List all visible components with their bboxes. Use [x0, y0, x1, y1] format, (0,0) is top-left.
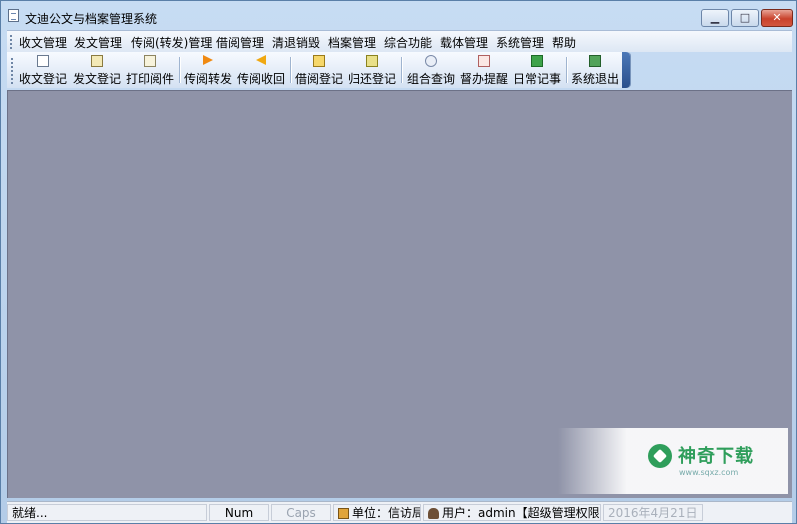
status-date: 2016年4月21日	[603, 504, 703, 521]
doc-send-icon	[91, 55, 103, 67]
status-ready: 就绪...	[7, 504, 207, 521]
mdi-workspace[interactable]: 神奇下载 www.sqxz.com	[7, 90, 792, 498]
toolbar-label: 组合查询	[406, 72, 455, 86]
menu-system[interactable]: 系统管理	[496, 34, 544, 51]
watermark-brand: 神奇下载	[678, 446, 754, 467]
toolbar-label: 系统退出	[570, 72, 619, 86]
close-button[interactable]: ✕	[761, 9, 793, 27]
status-caps: Caps	[271, 504, 331, 521]
status-num-text: Num	[224, 506, 254, 520]
status-num: Num	[209, 504, 269, 521]
menu-help[interactable]: 帮助	[552, 34, 576, 51]
book-lend-icon	[313, 55, 325, 67]
title-bar[interactable]: 文迪公文与档案管理系统 ▁ □ ✕	[1, 1, 796, 31]
maximize-button[interactable]: □	[731, 9, 759, 27]
magnifier-icon	[425, 55, 437, 67]
toolbar-label: 日常记事	[512, 72, 561, 86]
status-ready-text: 就绪...	[12, 506, 48, 520]
return-register-button[interactable]: 归还登记	[346, 54, 398, 86]
toolbar-label: 传阅转发	[183, 72, 232, 86]
status-unit-text: 单位：信访局	[352, 506, 421, 520]
watermark-url: www.sqxz.com	[679, 468, 739, 477]
toolbar-separator	[566, 57, 567, 83]
status-user: 用户：admin【超级管理权限】	[423, 504, 601, 521]
watermark-logo-icon	[648, 444, 672, 468]
toolbar-label: 归还登记	[347, 72, 396, 86]
circulate-recall-button[interactable]: 传阅收回	[235, 54, 287, 86]
menu-clearance[interactable]: 清退销毁	[272, 34, 320, 51]
toolbar-label: 督办提醒	[459, 72, 508, 86]
menu-archives[interactable]: 档案管理	[328, 34, 376, 51]
status-bar: 就绪... Num Caps 单位：信访局 用户：admin【超级管理权限】 2…	[7, 501, 792, 523]
status-user-text: 用户：admin【超级管理权限】	[442, 506, 601, 520]
toolbar-label: 打印阅件	[125, 72, 174, 86]
toolbar-separator	[179, 57, 180, 83]
toolbar-label: 传阅收回	[236, 72, 285, 86]
window-title: 文迪公文与档案管理系统	[25, 12, 158, 26]
menu-bar: 收文管理 发文管理 传阅(转发)管理 借阅管理 清退销毁 档案管理 综合功能 载…	[7, 30, 792, 52]
daily-notes-button[interactable]: 日常记事	[511, 54, 563, 86]
menu-receive-docs[interactable]: 收文管理	[19, 34, 67, 51]
minimize-button[interactable]: ▁	[701, 9, 729, 27]
status-date-text: 2016年4月21日	[608, 506, 698, 520]
menu-grip-handle[interactable]	[10, 35, 14, 49]
toolbar-label: 发文登记	[72, 72, 121, 86]
receive-register-button[interactable]: 收文登记	[17, 54, 69, 86]
book-return-icon	[366, 55, 378, 67]
notebook-icon	[531, 55, 543, 67]
home-icon	[338, 508, 349, 519]
menu-media[interactable]: 载体管理	[440, 34, 488, 51]
app-window: 文迪公文与档案管理系统 ▁ □ ✕ 收文管理 发文管理 传阅(转发)管理 借阅管…	[0, 0, 797, 524]
circulate-forward-button[interactable]: 传阅转发	[182, 54, 234, 86]
borrow-register-button[interactable]: 借阅登记	[293, 54, 345, 86]
toolbar-grip-handle[interactable]	[11, 58, 15, 84]
menu-borrowing[interactable]: 借阅管理	[216, 34, 264, 51]
reminder-icon	[478, 55, 490, 67]
doc-edit-icon	[37, 55, 49, 67]
status-caps-text: Caps	[286, 506, 316, 520]
toolbar-separator	[401, 57, 402, 83]
print-doc-button[interactable]: 打印阅件	[124, 54, 176, 86]
exit-door-icon	[589, 55, 601, 67]
supervise-reminder-button[interactable]: 督办提醒	[458, 54, 510, 86]
menu-general[interactable]: 综合功能	[384, 34, 432, 51]
print-doc-icon	[144, 55, 156, 67]
combined-query-button[interactable]: 组合查询	[405, 54, 457, 86]
toolbar: 收文登记 发文登记 打印阅件 传阅转发 传阅收回 借阅登记 归还登记 组合查询 …	[7, 52, 631, 88]
toolbar-separator	[290, 57, 291, 83]
status-unit: 单位：信访局	[333, 504, 421, 521]
toolbar-label: 借阅登记	[294, 72, 343, 86]
menu-circulation[interactable]: 传阅(转发)管理	[131, 34, 212, 51]
user-icon	[428, 508, 439, 519]
app-document-icon	[8, 9, 19, 22]
exit-system-button[interactable]: 系统退出	[569, 54, 621, 86]
arrow-right-icon	[202, 55, 214, 67]
menu-send-docs[interactable]: 发文管理	[74, 34, 122, 51]
toolbar-overflow-button[interactable]	[622, 52, 630, 88]
arrow-left-icon	[255, 55, 267, 67]
toolbar-label: 收文登记	[18, 72, 67, 86]
send-register-button[interactable]: 发文登记	[71, 54, 123, 86]
watermark: 神奇下载 www.sqxz.com	[558, 428, 788, 494]
